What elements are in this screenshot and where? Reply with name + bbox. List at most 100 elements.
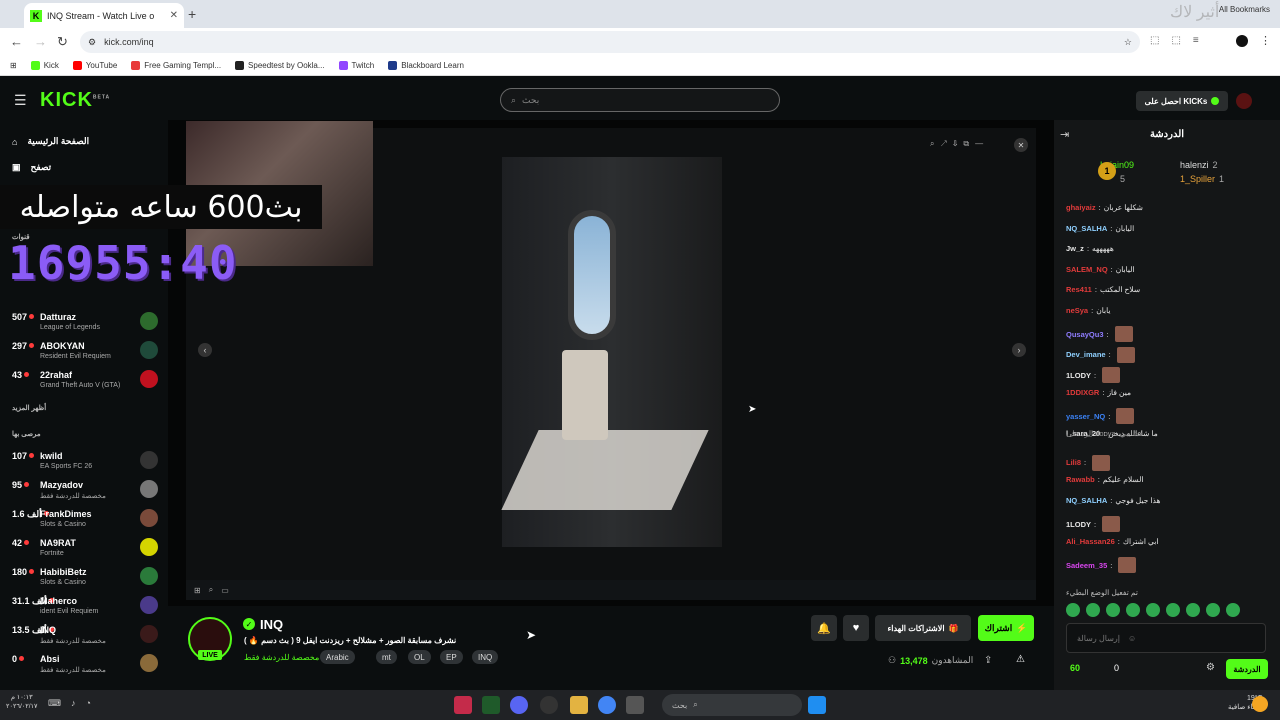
discord-icon[interactable] [510, 696, 528, 714]
app-icon[interactable] [540, 696, 558, 714]
sidebar-channel[interactable]: 0 Absi مخصصة للدردشة فقط [12, 652, 162, 680]
sidebar-channel[interactable]: 507 Datturaz League of Legends [12, 310, 162, 338]
emote-icon[interactable] [1126, 603, 1140, 617]
address-bar[interactable]: ⚙ kick.com/inq ☆ [80, 31, 1140, 53]
bookmark-item[interactable]: Twitch [338, 61, 374, 70]
emote-icon[interactable] [1166, 603, 1180, 617]
stream-tag[interactable]: mt [376, 650, 397, 664]
search-input[interactable]: ⌕ بحث [500, 88, 780, 112]
emote-icon[interactable] [1066, 603, 1080, 617]
site-info-icon[interactable]: ⚙ [88, 37, 96, 48]
next-arrow-icon[interactable]: › [1012, 343, 1026, 357]
favorite-button[interactable]: ♥ [843, 615, 869, 641]
hamburger-menu-icon[interactable]: ☰ [14, 92, 27, 109]
chat-username[interactable]: SALEM_NQ [1066, 265, 1108, 274]
emote-icon[interactable] [1206, 603, 1220, 617]
report-icon[interactable]: ⚠ [1016, 654, 1025, 665]
leader-3[interactable]: 1_Spiller 1 [1180, 174, 1224, 184]
chat-username[interactable]: QusayQu3 [1066, 330, 1104, 339]
app-icon[interactable] [626, 696, 644, 714]
bookmark-star-icon[interactable]: ☆ [1124, 37, 1132, 48]
leader-2[interactable]: halenzi 2 [1180, 160, 1218, 170]
bookmark-item[interactable]: Blackboard Learn [388, 61, 464, 70]
settings-gear-icon[interactable]: ⚙ [1206, 662, 1215, 673]
app-icon[interactable] [482, 696, 500, 714]
notify-button[interactable]: 🔔 [811, 615, 837, 641]
chat-username[interactable]: Rawabb [1066, 475, 1095, 484]
chat-username[interactable]: Sadeem_35 [1066, 561, 1107, 570]
chat-username[interactable]: Res411 [1066, 285, 1092, 294]
apps-grid-icon[interactable]: ⊞ [10, 61, 17, 70]
close-icon[interactable]: ✕ [1014, 138, 1028, 152]
chat-username[interactable]: 1LODY [1066, 520, 1091, 529]
chat-send-button[interactable]: الدردشة [1226, 659, 1268, 679]
sidebar-channel[interactable]: 95 Mazyadov مخصصة للدردشة فقط [12, 478, 162, 506]
stream-category[interactable]: مخصصة للدردشة فقط [244, 653, 319, 662]
chat-username[interactable]: Dev_imane [1066, 350, 1106, 359]
new-tab-icon[interactable]: + [188, 6, 196, 22]
share-icon[interactable]: ⇪ [984, 655, 992, 666]
gift-subs-button[interactable]: الاشتراكات الهداء 🎁 [875, 615, 971, 641]
bookmark-item[interactable]: Free Gaming Templ... [131, 61, 221, 70]
stream-tag[interactable]: INQ [472, 650, 499, 664]
bookmark-item[interactable]: Kick [30, 61, 59, 70]
emote-icon[interactable] [1186, 603, 1200, 617]
stream-tag[interactable]: Arabic [320, 650, 355, 664]
all-bookmarks[interactable]: All Bookmarks [1219, 5, 1270, 14]
browser-tab[interactable]: K INQ Stream - Watch Live o ✕ [24, 3, 184, 28]
collapse-chat-icon[interactable]: ⇥ [1060, 128, 1069, 141]
chat-username[interactable]: ghaiyaiz [1066, 203, 1096, 212]
chat-input[interactable]: ☺ إرسال رسالة [1066, 623, 1266, 653]
windows-start-icon[interactable] [808, 696, 826, 714]
chat-username[interactable]: Lili8 [1066, 458, 1081, 467]
sidebar-channel[interactable]: 31.1 ألف Maherco ident Evil Requiem [12, 594, 162, 622]
sidebar-channel[interactable]: 107 kwild EA Sports FC 26 [12, 449, 162, 477]
kick-logo[interactable]: KICKBETA [40, 89, 110, 112]
sidebar-channel[interactable]: 1.6 ألف FrankDimes Slots & Casino [12, 507, 162, 535]
chat-username[interactable]: yasser_NQ [1066, 412, 1105, 421]
points-count[interactable]: 60 [1070, 663, 1080, 673]
chat-username[interactable]: NQ_SALHA [1066, 496, 1107, 505]
close-tab-icon[interactable]: ✕ [170, 10, 178, 21]
clock[interactable]: ١٠:١٣ م ٢٠٢٦/٠٢/١٧ [6, 693, 38, 711]
prev-arrow-icon[interactable]: ‹ [198, 343, 212, 357]
back-icon[interactable]: ← [10, 34, 23, 49]
menu-kebab-icon[interactable]: ⋮ [1260, 34, 1271, 47]
follow-button[interactable]: اشتراك ⚡ [978, 615, 1034, 641]
stream-tag[interactable]: EP [440, 650, 463, 664]
reload-icon[interactable]: ↻ [57, 34, 68, 50]
emote-icon[interactable] [1106, 603, 1120, 617]
emote-icon[interactable] [1146, 603, 1160, 617]
chat-username[interactable]: NQ_SALHA [1066, 224, 1107, 233]
emote-icon[interactable] [1086, 603, 1100, 617]
sidebar-channel[interactable]: 180 HabibiBetz Slots & Casino [12, 565, 162, 593]
stream-tag[interactable]: OL [408, 650, 431, 664]
profile-avatar[interactable] [1236, 35, 1248, 47]
extension-icons[interactable]: ⬚⬚≡ [1150, 35, 1211, 46]
emote-icon[interactable] [1226, 603, 1240, 617]
user-avatar[interactable] [1236, 93, 1252, 109]
taskbar-search[interactable]: ⌕ بحث [662, 694, 802, 716]
chat-username[interactable]: neSya [1066, 306, 1088, 315]
folder-icon[interactable] [570, 696, 588, 714]
bookmark-item[interactable]: YouTube [72, 61, 117, 70]
chrome-icon[interactable] [598, 696, 616, 714]
bookmark-item[interactable]: Speedtest by Ookla... [235, 61, 325, 70]
chat-username[interactable]: 1DDIXGR [1066, 388, 1099, 397]
sidebar-channel[interactable]: 13.5 ألف INQ مخصصة للدردشة فقط [12, 623, 162, 651]
sidebar-item-home[interactable]: ⌂ الصفحة الرئيسية [12, 136, 89, 147]
forward-icon[interactable]: → [34, 34, 47, 49]
sidebar-item-browse[interactable]: ▣ تصفح [12, 162, 51, 173]
sidebar-channel[interactable]: 42 NA9RAT Fortnite [12, 536, 162, 564]
chat-username[interactable]: Jw_z [1066, 244, 1084, 253]
sidebar-channel[interactable]: 43 22rahaf Grand Theft Auto V (GTA) [12, 368, 162, 396]
app-icon[interactable] [454, 696, 472, 714]
chat-username[interactable]: 1LODY [1066, 371, 1091, 380]
emoji-icon[interactable]: ☺ [1128, 634, 1136, 643]
show-more-link[interactable]: أظهر المزيد [12, 404, 46, 412]
sidebar-channel[interactable]: 297 ABOKYAN Resident Evil Requiem [12, 339, 162, 367]
get-kicks-button[interactable]: احصل على KICKs [1136, 91, 1228, 111]
tray-icons[interactable]: ⌨♪◔ [48, 698, 101, 709]
channel-name[interactable]: INQ [260, 617, 283, 632]
chat-username[interactable]: Ali_Hassan26 [1066, 537, 1115, 546]
